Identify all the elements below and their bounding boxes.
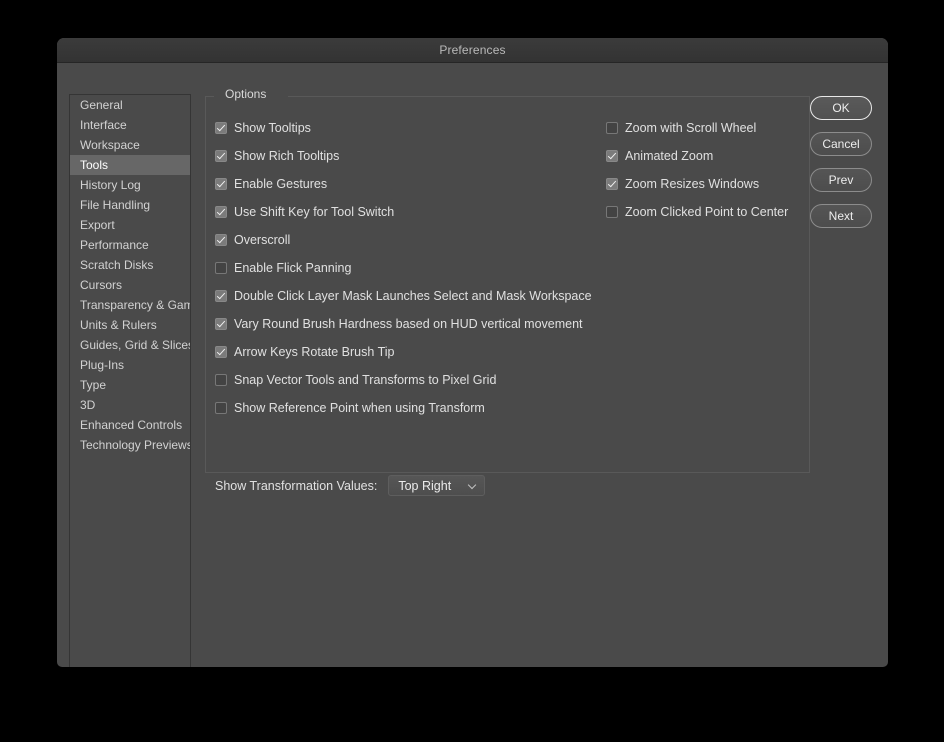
sidebar-item-transparency-gamut[interactable]: Transparency & Gamut: [70, 295, 190, 315]
checkbox-label: Snap Vector Tools and Transforms to Pixe…: [234, 373, 497, 387]
checkbox-label: Show Reference Point when using Transfor…: [234, 401, 485, 415]
checkbox-unchecked-icon[interactable]: [215, 374, 227, 386]
category-list[interactable]: General Interface Workspace Tools History Lo…: [69, 94, 191, 667]
checkbox-show-rich-tooltips[interactable]: Show Rich Tooltips: [215, 148, 339, 164]
checkbox-checked-icon[interactable]: [215, 122, 227, 134]
checkbox-use-shift-key-for-tool-switch[interactable]: Use Shift Key for Tool Switch: [215, 204, 394, 220]
sidebar-item-history-log[interactable]: History Log: [70, 175, 190, 195]
sidebar-item-interface[interactable]: Interface: [70, 115, 190, 135]
sidebar-item-3d[interactable]: 3D: [70, 395, 190, 415]
chevron-down-icon: [468, 481, 478, 491]
dialog-titlebar[interactable]: Preferences: [57, 38, 888, 63]
cancel-button[interactable]: Cancel: [810, 132, 872, 156]
checkbox-vary-round-brush-hardness-based-on-hud-verti[interactable]: Vary Round Brush Hardness based on HUD v…: [215, 316, 583, 332]
options-group-label: Options: [220, 87, 272, 101]
preferences-dialog: Preferences General Interface Workspace Too…: [57, 38, 888, 667]
dialog-title: Preferences: [439, 43, 506, 57]
checkbox-label: Arrow Keys Rotate Brush Tip: [234, 345, 395, 359]
checkbox-double-click-layer-mask-launches-select-and-[interactable]: Double Click Layer Mask Launches Select …: [215, 288, 592, 304]
checkbox-checked-icon[interactable]: [606, 178, 618, 190]
sidebar-item-technology-previews[interactable]: Technology Previews: [70, 435, 190, 455]
checkbox-checked-icon[interactable]: [215, 290, 227, 302]
checkbox-label: Zoom with Scroll Wheel: [625, 121, 757, 135]
checkbox-label: Double Click Layer Mask Launches Select …: [234, 289, 592, 303]
dialog-body: General Interface Workspace Tools History Lo…: [57, 63, 888, 667]
checkbox-label: Use Shift Key for Tool Switch: [234, 205, 395, 219]
checkbox-enable-gestures[interactable]: Enable Gestures: [215, 176, 327, 192]
ok-button[interactable]: OK: [810, 96, 872, 120]
checkbox-checked-icon[interactable]: [215, 346, 227, 358]
checkbox-label: Vary Round Brush Hardness based on HUD v…: [234, 317, 583, 331]
checkbox-label: Overscroll: [234, 233, 291, 247]
checkbox-label: Show Tooltips: [234, 121, 311, 135]
checkbox-label: Enable Gestures: [234, 177, 328, 191]
prev-button[interactable]: Prev: [810, 168, 872, 192]
checkbox-enable-flick-panning[interactable]: Enable Flick Panning: [215, 260, 351, 276]
sidebar-item-cursors[interactable]: Cursors: [70, 275, 190, 295]
transformation-values-select[interactable]: Top Right: [388, 475, 486, 496]
sidebar-item-workspace[interactable]: Workspace: [70, 135, 190, 155]
sidebar-item-scratch-disks[interactable]: Scratch Disks: [70, 255, 190, 275]
dialog-buttons: OK Cancel Prev Next: [810, 96, 872, 240]
checkbox-checked-icon[interactable]: [215, 318, 227, 330]
next-button[interactable]: Next: [810, 204, 872, 228]
checkbox-label: Enable Flick Panning: [234, 261, 352, 275]
checkbox-unchecked-icon[interactable]: [606, 206, 618, 218]
checkbox-zoom-resizes-windows[interactable]: Zoom Resizes Windows: [606, 176, 759, 192]
sidebar-item-performance[interactable]: Performance: [70, 235, 190, 255]
checkbox-label: Zoom Resizes Windows: [625, 177, 760, 191]
sidebar-item-file-handling[interactable]: File Handling: [70, 195, 190, 215]
checkbox-label: Animated Zoom: [625, 149, 714, 163]
checkbox-overscroll[interactable]: Overscroll: [215, 232, 290, 248]
checkbox-show-tooltips[interactable]: Show Tooltips: [215, 120, 311, 136]
checkbox-snap-vector-tools-and-transforms-to-pixel-gr[interactable]: Snap Vector Tools and Transforms to Pixe…: [215, 372, 496, 388]
transformation-values-value: Top Right: [398, 478, 452, 493]
sidebar-item-units-rulers[interactable]: Units & Rulers: [70, 315, 190, 335]
checkbox-checked-icon[interactable]: [606, 150, 618, 162]
sidebar-item-guides-grid-slices[interactable]: Guides, Grid & Slices: [70, 335, 190, 355]
checkbox-unchecked-icon[interactable]: [215, 262, 227, 274]
transformation-values-row: Show Transformation Values: Top Right: [215, 475, 486, 496]
sidebar-item-general[interactable]: General: [70, 95, 190, 115]
sidebar-item-type[interactable]: Type: [70, 375, 190, 395]
sidebar-item-enhanced-controls[interactable]: Enhanced Controls: [70, 415, 190, 435]
checkbox-checked-icon[interactable]: [215, 234, 227, 246]
checkbox-unchecked-icon[interactable]: [215, 402, 227, 414]
group-top-border: [206, 96, 809, 97]
sidebar-item-tools[interactable]: Tools: [70, 155, 190, 175]
checkbox-label: Show Rich Tooltips: [234, 149, 340, 163]
checkbox-animated-zoom[interactable]: Animated Zoom: [606, 148, 713, 164]
checkbox-checked-icon[interactable]: [215, 150, 227, 162]
checkbox-arrow-keys-rotate-brush-tip[interactable]: Arrow Keys Rotate Brush Tip: [215, 344, 394, 360]
checkbox-checked-icon[interactable]: [215, 178, 227, 190]
checkbox-checked-icon[interactable]: [215, 206, 227, 218]
checkbox-label: Zoom Clicked Point to Center: [625, 205, 789, 219]
sidebar-item-plug-ins[interactable]: Plug-Ins: [70, 355, 190, 375]
transformation-values-label: Show Transformation Values:: [215, 478, 378, 493]
checkbox-zoom-clicked-point-to-center[interactable]: Zoom Clicked Point to Center: [606, 204, 788, 220]
sidebar-item-export[interactable]: Export: [70, 215, 190, 235]
checkbox-show-reference-point-when-using-transform[interactable]: Show Reference Point when using Transfor…: [215, 400, 485, 416]
checkbox-zoom-with-scroll-wheel[interactable]: Zoom with Scroll Wheel: [606, 120, 756, 136]
checkbox-unchecked-icon[interactable]: [606, 122, 618, 134]
